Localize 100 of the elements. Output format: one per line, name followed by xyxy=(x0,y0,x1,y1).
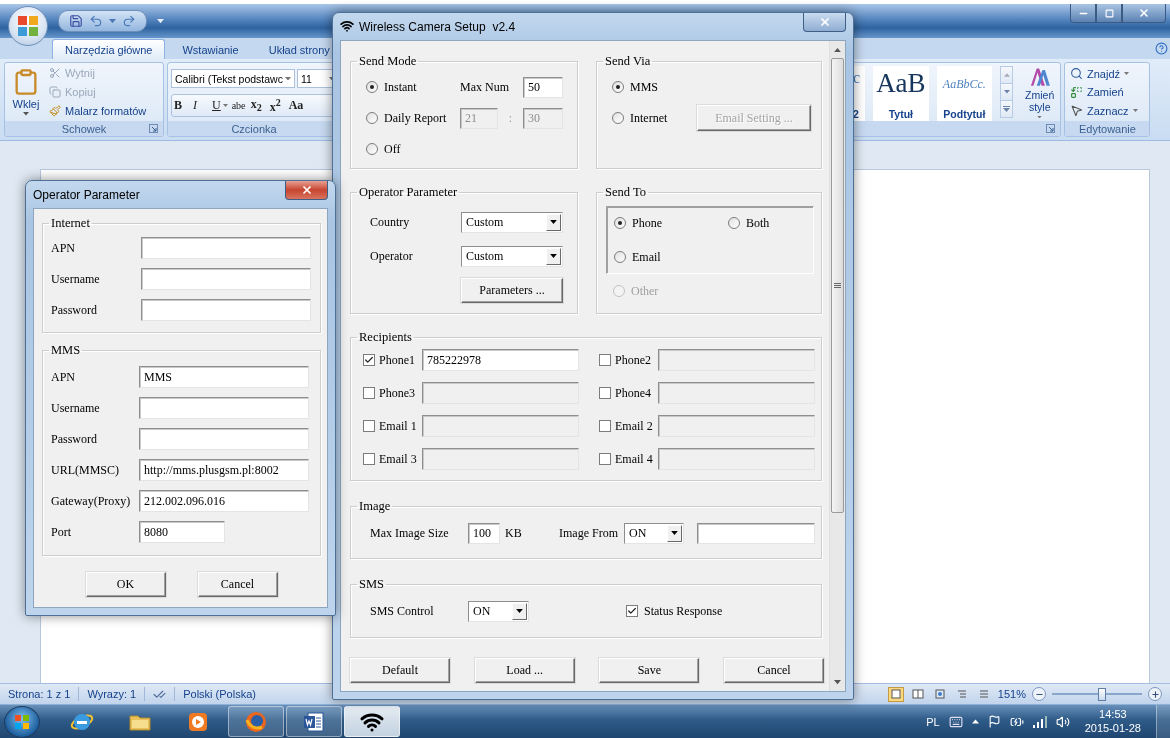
parameters-button[interactable]: Parameters ... xyxy=(461,277,563,303)
text-field[interactable] xyxy=(658,349,815,371)
dialog-button[interactable]: OK xyxy=(85,572,166,597)
style-tile[interactable]: AaBbCc. Podtytuł xyxy=(936,66,993,124)
checkbox[interactable] xyxy=(599,420,611,432)
launcher-icon[interactable] xyxy=(149,124,158,133)
dropdown-arrow-button[interactable] xyxy=(512,602,527,620)
clock[interactable]: 14:53 2015-01-28 xyxy=(1084,707,1141,736)
text-field[interactable] xyxy=(422,415,579,437)
dialog-button[interactable]: Cancel xyxy=(723,658,824,683)
text-field[interactable] xyxy=(658,415,815,437)
radio-button[interactable] xyxy=(612,112,624,124)
close-button[interactable] xyxy=(803,13,846,32)
speaker-icon[interactable] xyxy=(1055,714,1070,729)
radio-button[interactable] xyxy=(366,81,378,93)
text-field[interactable] xyxy=(658,448,815,470)
text-field[interactable] xyxy=(422,448,579,470)
checkbox[interactable] xyxy=(599,354,611,366)
dialog-button[interactable]: Cancel xyxy=(197,572,278,597)
paste-button[interactable]: Wklej xyxy=(8,66,44,118)
flag-icon[interactable] xyxy=(987,715,1001,728)
text-field[interactable]: 785222978 xyxy=(422,349,579,371)
checkbox[interactable] xyxy=(599,453,611,465)
dropdown[interactable]: Custom xyxy=(461,245,563,267)
radio-button[interactable] xyxy=(728,217,740,229)
ribbon-button[interactable]: Zaznacz xyxy=(1070,104,1138,117)
restore-button[interactable] xyxy=(1096,4,1122,23)
strikethrough-button[interactable]: abe xyxy=(229,96,249,115)
underline-button[interactable]: U xyxy=(210,96,230,115)
dropdown-arrow-button[interactable] xyxy=(667,524,682,542)
view-button[interactable] xyxy=(909,686,926,702)
help-icon[interactable] xyxy=(1155,42,1168,55)
minimize-button[interactable] xyxy=(1070,4,1096,23)
close-button[interactable] xyxy=(1122,4,1166,23)
checkbox[interactable] xyxy=(363,453,375,465)
change-case-button[interactable]: Aa xyxy=(286,96,306,115)
subscript-button[interactable]: x$_{2}$ xyxy=(248,96,268,115)
superscript-button[interactable]: x$^{2}$ xyxy=(267,96,287,115)
radio-button[interactable] xyxy=(612,81,624,93)
text-field[interactable]: 50 xyxy=(523,76,563,98)
checkbox[interactable] xyxy=(363,354,375,366)
start-button[interactable] xyxy=(4,705,40,738)
text-field[interactable]: MMS xyxy=(139,366,309,388)
dropdown-arrow-button[interactable] xyxy=(546,247,561,265)
taskbar-app-button[interactable] xyxy=(344,706,400,737)
radio-button[interactable] xyxy=(614,251,626,263)
text-field[interactable]: 8080 xyxy=(139,521,225,543)
bold-button[interactable]: B xyxy=(172,96,191,115)
text-field[interactable] xyxy=(141,268,311,290)
radio-button[interactable] xyxy=(614,217,626,229)
zoom-level[interactable]: 151% xyxy=(997,688,1026,700)
dropdown-arrow-button[interactable] xyxy=(546,213,561,231)
redo-button[interactable] xyxy=(122,14,136,28)
text-field[interactable]: 100 xyxy=(468,522,500,544)
text-field[interactable] xyxy=(139,428,309,450)
radio-button[interactable] xyxy=(366,112,378,124)
ribbon-tab[interactable]: Narzędzia główne xyxy=(52,39,166,59)
text-field[interactable] xyxy=(141,299,311,321)
ribbon-button[interactable]: Zamień xyxy=(1070,85,1138,99)
undo-button[interactable] xyxy=(89,14,103,28)
keyboard-icon[interactable] xyxy=(948,714,963,729)
dialog-button[interactable]: Default xyxy=(350,658,450,683)
dialog-button[interactable]: Save xyxy=(599,658,700,683)
tray-expand-icon[interactable] xyxy=(971,719,979,724)
style-tile[interactable]: AaB Tytuł xyxy=(873,66,929,124)
radio-button[interactable] xyxy=(366,143,378,155)
ribbon-button[interactable]: Znajdź xyxy=(1070,67,1138,80)
text-field[interactable] xyxy=(422,382,579,404)
ribbon-button[interactable]: Malarz formatów xyxy=(49,105,147,117)
text-field[interactable] xyxy=(658,382,815,404)
word-count[interactable]: Wyrazy: 1 xyxy=(87,688,137,700)
office-button[interactable] xyxy=(8,6,48,46)
text-field[interactable]: 212.002.096.016 xyxy=(139,490,309,512)
text-field[interactable] xyxy=(697,522,815,544)
launcher-icon[interactable] xyxy=(1046,124,1055,133)
show-desktop-button[interactable] xyxy=(1156,705,1170,738)
zoom-out-button[interactable] xyxy=(1032,687,1046,701)
checkbox[interactable] xyxy=(363,387,375,399)
change-styles-button[interactable]: Zmień style xyxy=(1022,66,1057,118)
zoom-in-button[interactable] xyxy=(1148,687,1162,701)
checkbox[interactable] xyxy=(626,605,638,617)
save-button[interactable] xyxy=(69,14,83,28)
language-indicator[interactable]: PL xyxy=(926,715,940,728)
checkbox[interactable] xyxy=(599,387,611,399)
zoom-slider-thumb[interactable] xyxy=(1097,687,1106,701)
dropdown[interactable]: ON xyxy=(468,600,529,622)
gallery-down-button[interactable] xyxy=(1001,84,1013,101)
page-count[interactable]: Strona: 1 z 1 xyxy=(8,688,71,700)
scrollbar[interactable] xyxy=(829,41,845,691)
dropdown[interactable]: Custom xyxy=(461,211,563,233)
signal-icon[interactable] xyxy=(1032,715,1047,728)
text-field[interactable] xyxy=(139,397,309,419)
font-name-dropdown[interactable]: Calibri (Tekst podstawc xyxy=(171,69,295,88)
dropdown[interactable]: ON xyxy=(624,522,684,544)
customize-button[interactable] xyxy=(157,18,164,24)
close-button[interactable] xyxy=(285,181,328,200)
ribbon-tab[interactable]: Wstawianie xyxy=(169,39,252,59)
text-field[interactable] xyxy=(141,237,311,259)
text-field[interactable]: http://mms.plusgsm.pl:8002 xyxy=(139,459,309,481)
dialog-button[interactable]: Load ... xyxy=(474,658,575,683)
